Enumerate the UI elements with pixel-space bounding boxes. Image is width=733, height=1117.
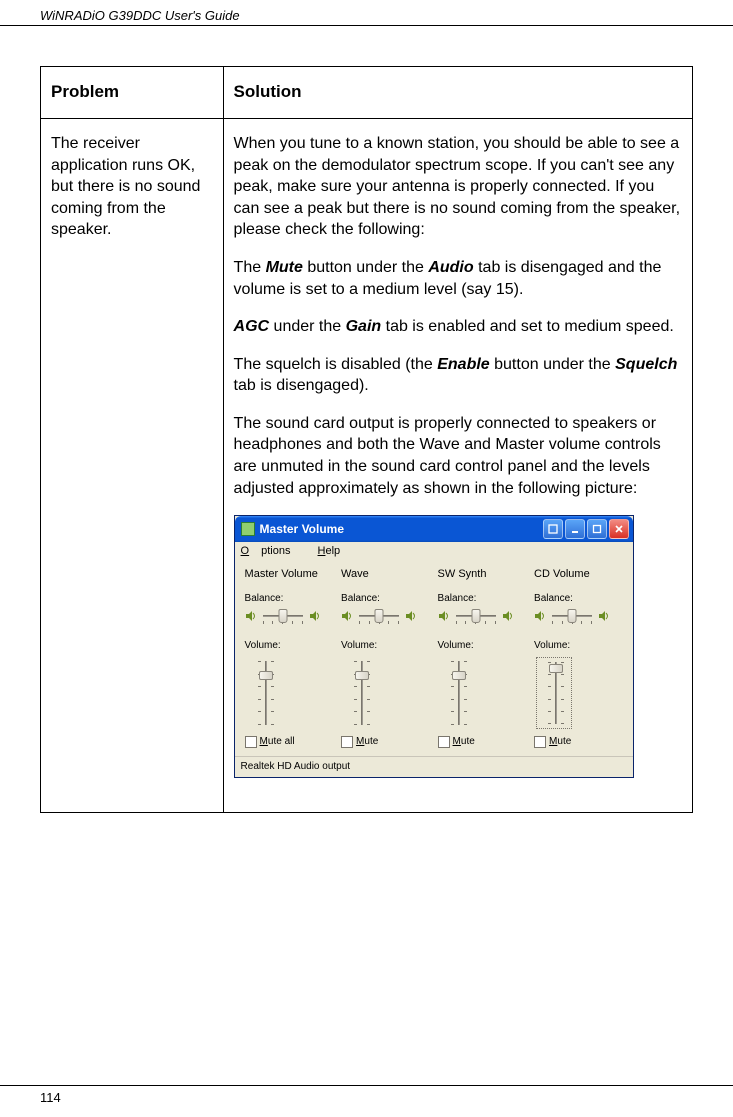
mute-label: Mute: [356, 735, 378, 749]
volume-label: Volume:: [341, 639, 377, 653]
menu-help[interactable]: Help: [318, 545, 353, 557]
speaker-icon: [245, 610, 257, 622]
volume-body: Master Volume Balance: Volume: Mute all Wave…: [235, 561, 633, 756]
mute-label: Mute: [453, 735, 475, 749]
speaker-icon: [438, 610, 450, 622]
page-footer: 114: [0, 1085, 733, 1109]
channel-name: CD Volume: [534, 567, 590, 582]
page-number: 114: [40, 1090, 61, 1105]
balance-slider[interactable]: [548, 607, 596, 625]
menu-help-text: elp: [325, 545, 340, 557]
checkbox-icon: [534, 736, 546, 748]
cell-solution: When you tune to a known station, you sh…: [223, 118, 692, 812]
menubar: Options Help: [235, 542, 633, 561]
maximize-button[interactable]: [587, 519, 607, 539]
volume-slider[interactable]: [536, 657, 572, 729]
cell-problem: The receiver application runs OK, but th…: [41, 118, 224, 812]
mute-checkbox[interactable]: Mute: [341, 735, 378, 749]
speaker-icon: [598, 610, 610, 622]
balance-control: [245, 607, 321, 625]
volume-column: Master Volume Balance: Volume: Mute all: [241, 567, 338, 748]
balance-slider[interactable]: [452, 607, 500, 625]
solution-p2: The Mute button under the Audio tab is d…: [234, 257, 682, 300]
solution-p3: AGC under the Gain tab is enabled and se…: [234, 316, 682, 338]
volume-label: Volume:: [534, 639, 570, 653]
volume-label: Volume:: [438, 639, 474, 653]
speaker-icon: [309, 610, 321, 622]
titlebar[interactable]: Master Volume: [235, 516, 633, 542]
extra-button[interactable]: [543, 519, 563, 539]
channel-name: SW Synth: [438, 567, 487, 582]
volume-column: SW Synth Balance: Volume: Mute: [434, 567, 531, 748]
doc-title: WiNRADiO G39DDC User's Guide: [40, 8, 240, 23]
balance-control: [438, 607, 514, 625]
mute-checkbox[interactable]: Mute: [534, 735, 571, 749]
balance-control: [341, 607, 417, 625]
solution-p1: When you tune to a known station, you sh…: [234, 133, 682, 241]
speaker-icon: [502, 610, 514, 622]
minimize-button[interactable]: [565, 519, 585, 539]
troubleshoot-table: Problem Solution The receiver applicatio…: [40, 66, 693, 813]
balance-slider[interactable]: [259, 607, 307, 625]
content-area: Problem Solution The receiver applicatio…: [0, 26, 733, 823]
balance-label: Balance:: [438, 592, 477, 606]
volume-window: Master Volume Options Help Master Volume…: [234, 515, 634, 778]
speaker-icon: [341, 610, 353, 622]
mute-label: Mute all: [260, 735, 295, 749]
solution-p5: The sound card output is properly connec…: [234, 413, 682, 499]
volume-column: CD Volume Balance: Volume: Mute: [530, 567, 627, 748]
checkbox-icon: [341, 736, 353, 748]
menu-options[interactable]: Options: [241, 545, 303, 557]
solution-p4: The squelch is disabled (the Enable butt…: [234, 354, 682, 397]
app-icon: [241, 522, 255, 536]
statusbar: Realtek HD Audio output: [235, 756, 633, 777]
speaker-icon: [534, 610, 546, 622]
titlebar-buttons: [543, 519, 629, 539]
window-title: Master Volume: [260, 521, 543, 537]
page-header: WiNRADiO G39DDC User's Guide: [0, 0, 733, 26]
close-button[interactable]: [609, 519, 629, 539]
th-solution: Solution: [223, 67, 692, 119]
menu-options-text: ptions: [261, 545, 290, 557]
mute-checkbox[interactable]: Mute all: [245, 735, 295, 749]
volume-slider[interactable]: [343, 657, 379, 729]
balance-label: Balance:: [341, 592, 380, 606]
mute-label: Mute: [549, 735, 571, 749]
checkbox-icon: [245, 736, 257, 748]
volume-slider[interactable]: [247, 657, 283, 729]
th-problem: Problem: [41, 67, 224, 119]
checkbox-icon: [438, 736, 450, 748]
volume-label: Volume:: [245, 639, 281, 653]
speaker-icon: [405, 610, 417, 622]
balance-label: Balance:: [534, 592, 573, 606]
channel-name: Master Volume: [245, 567, 318, 582]
channel-name: Wave: [341, 567, 369, 582]
balance-slider[interactable]: [355, 607, 403, 625]
table-row: The receiver application runs OK, but th…: [41, 118, 693, 812]
balance-label: Balance:: [245, 592, 284, 606]
mute-checkbox[interactable]: Mute: [438, 735, 475, 749]
volume-column: Wave Balance: Volume: Mute: [337, 567, 434, 748]
volume-slider[interactable]: [440, 657, 476, 729]
balance-control: [534, 607, 610, 625]
